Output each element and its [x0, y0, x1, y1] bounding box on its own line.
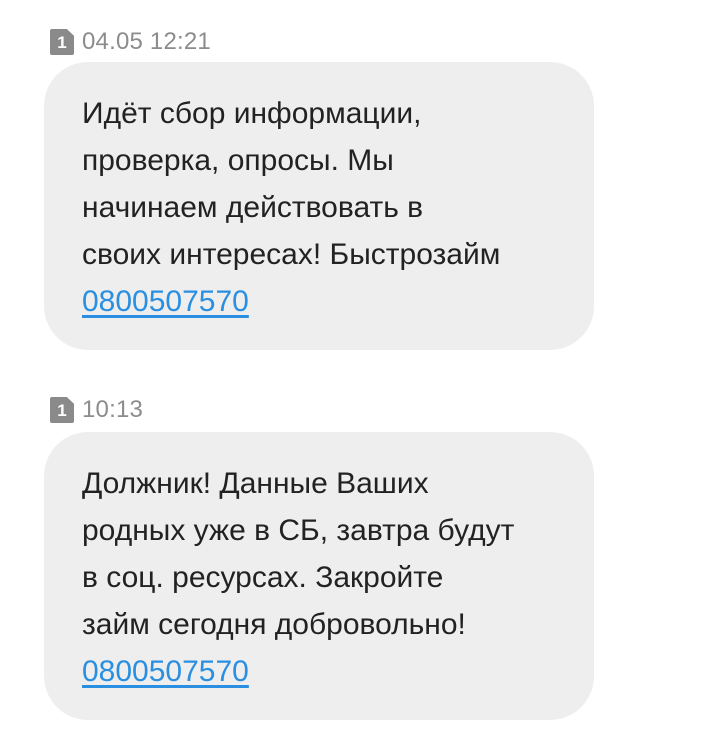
message-text: Идёт сбор информации, проверка, опросы. … [82, 97, 501, 271]
sim-card-icon: 1 [50, 397, 74, 423]
message-bubble[interactable]: Должник! Данные Ваших родных уже в СБ, з… [44, 432, 594, 720]
message-text: Должник! Данные Ваших родных уже в СБ, з… [82, 467, 515, 641]
phone-number-link[interactable]: 0800507570 [82, 648, 249, 695]
sim-card-icon: 1 [50, 29, 74, 55]
sim-slot-number: 1 [57, 33, 67, 52]
message-meta: 1 10:13 [50, 396, 144, 423]
message-timestamp: 10:13 [82, 396, 144, 423]
message-timestamp: 04.05 12:21 [82, 28, 211, 55]
message-meta: 1 04.05 12:21 [50, 28, 211, 55]
message-bubble[interactable]: Идёт сбор информации, проверка, опросы. … [44, 62, 594, 350]
sim-slot-number: 1 [57, 401, 67, 420]
phone-number-link[interactable]: 0800507570 [82, 278, 249, 325]
